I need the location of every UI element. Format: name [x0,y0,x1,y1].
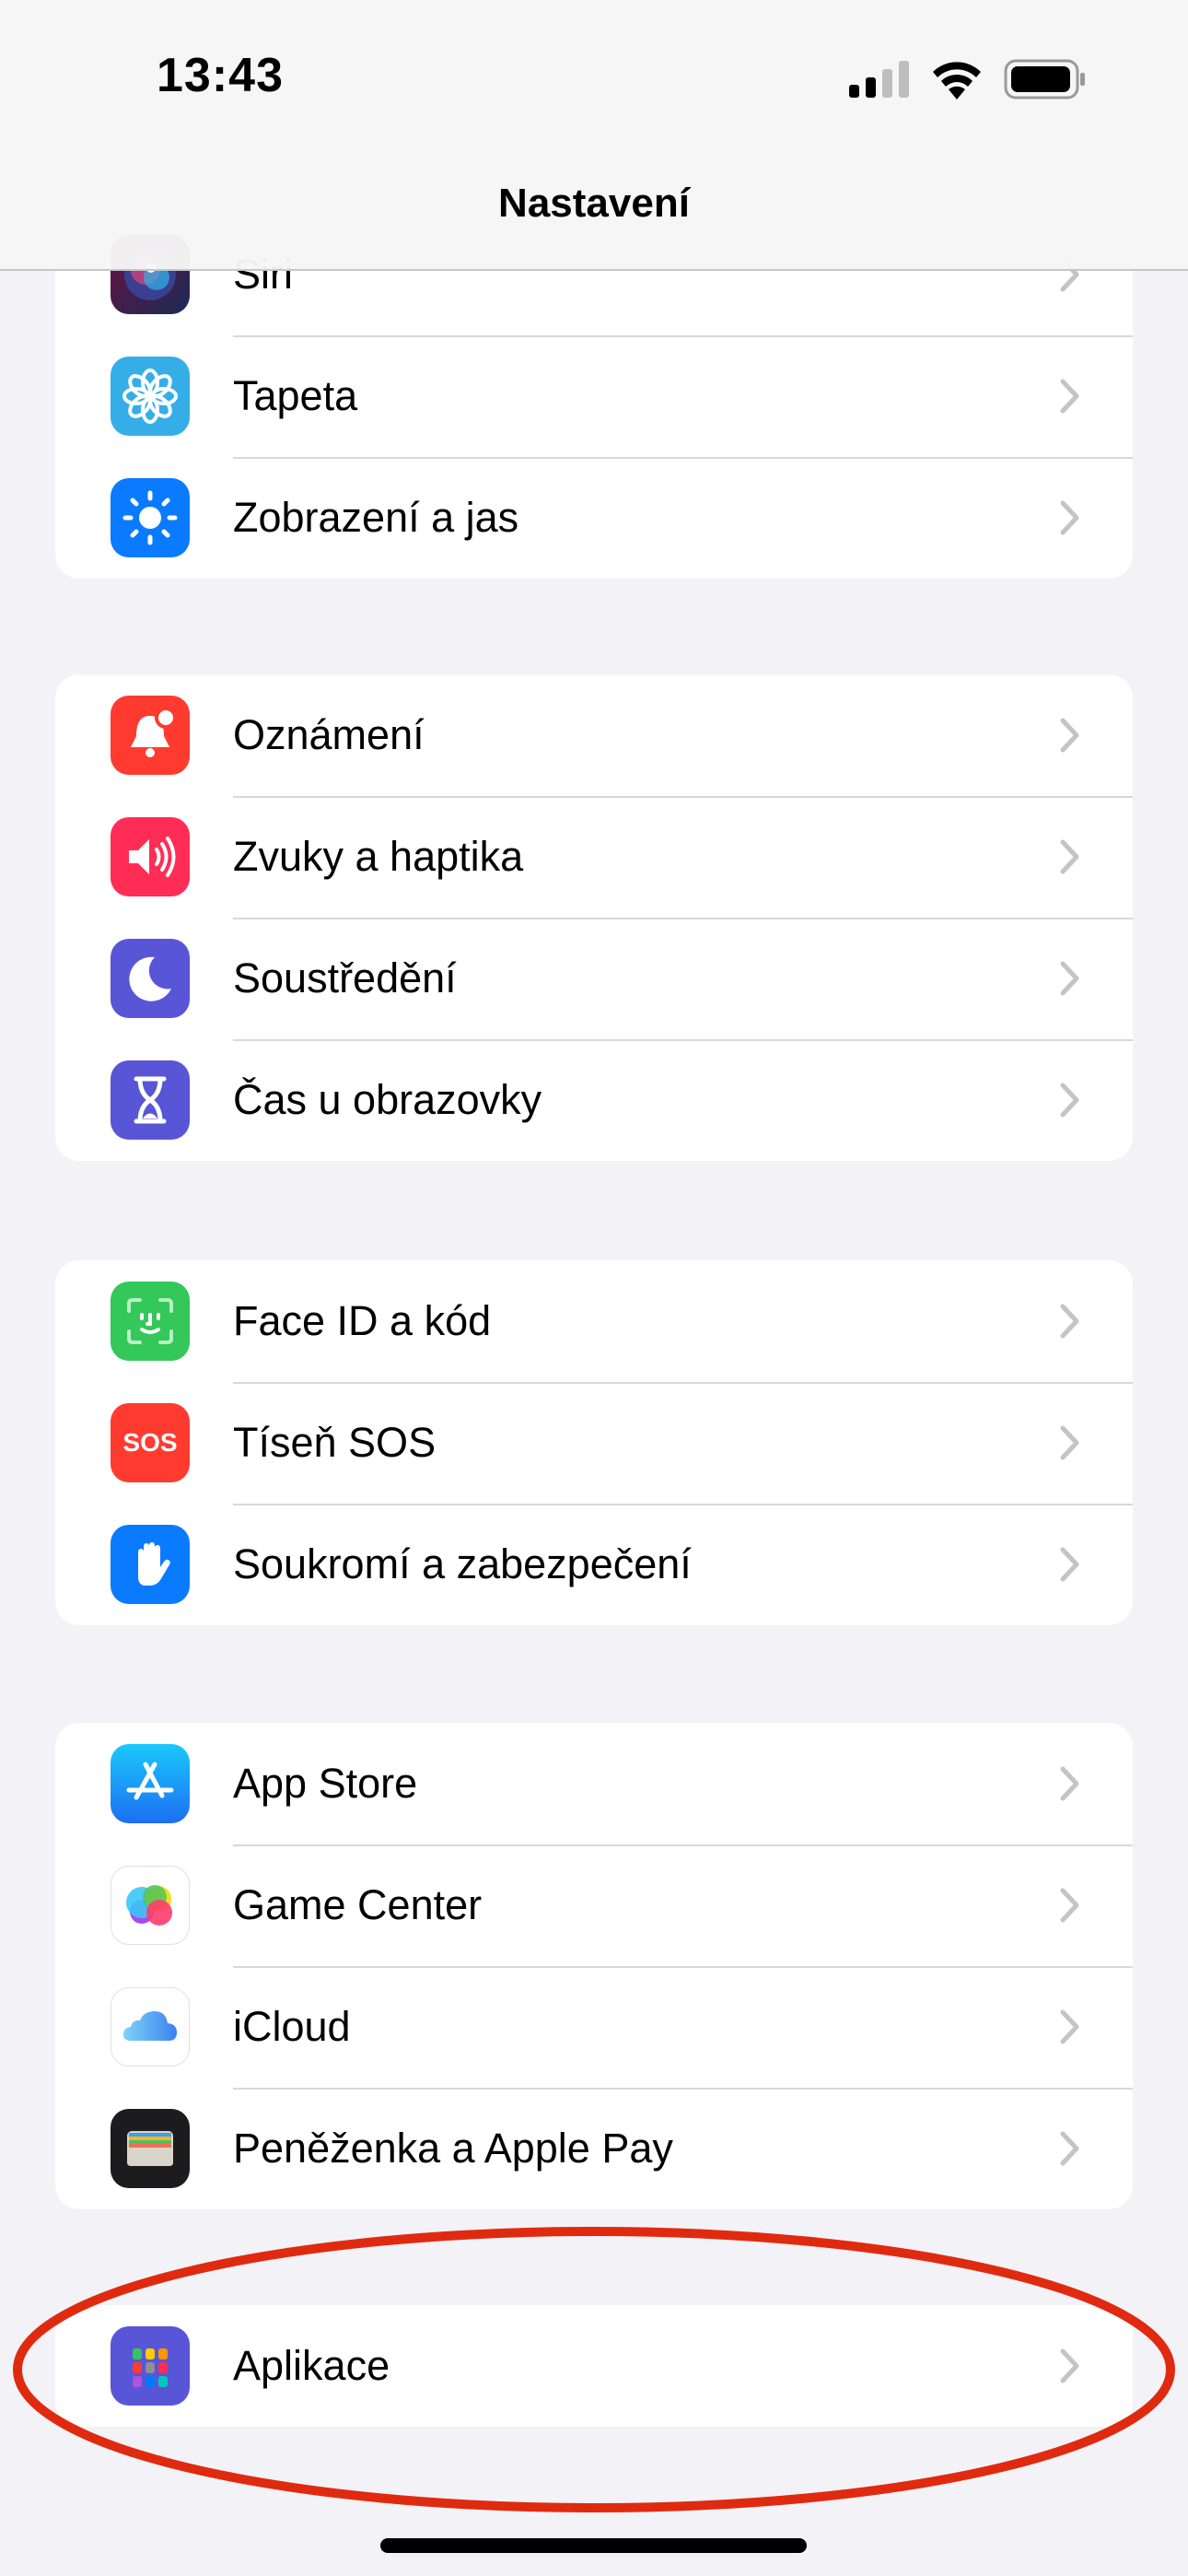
chevron-right-icon [1060,1888,1079,1923]
apps-grid-icon [111,2326,190,2406]
settings-group-notifications: Oznámení Zvuky a haptika Soustředění Čas… [55,674,1133,1161]
row-label: Oznámení [233,711,425,758]
settings-row-emergency-sos[interactable]: SOS Tíseň SOS [55,1382,1133,1504]
row-label: Peněženka a Apple Pay [233,2125,673,2172]
chevron-right-icon [1060,379,1079,414]
game-center-icon [111,1866,190,1945]
row-label: Aplikace [233,2342,390,2389]
chevron-right-icon [1060,839,1079,874]
row-label: Čas u obrazovky [233,1076,542,1123]
cellular-signal-icon [849,61,909,98]
chevron-right-icon [1060,1547,1079,1582]
settings-row-screen-time[interactable]: Čas u obrazovky [55,1039,1133,1161]
chevron-right-icon [1060,961,1079,996]
settings-group-security: Face ID a kód SOS Tíseň SOS Soukromí a z… [55,1260,1133,1625]
row-label: Zobrazení a jas [233,494,519,541]
row-label: Face ID a kód [233,1297,492,1344]
row-label: App Store [233,1760,418,1807]
settings-row-game-center[interactable]: Game Center [55,1844,1133,1966]
moon-icon [111,939,190,1018]
settings-group-apps: Aplikace [55,2305,1133,2427]
face-id-icon [111,1282,190,1361]
row-label: Soukromí a zabezpečení [233,1540,692,1587]
chevron-right-icon [1060,2348,1079,2383]
settings-group-services: App Store Game Center iCloud Peněženka a… [55,1723,1133,2209]
home-indicator[interactable] [380,2538,807,2553]
settings-row-notifications[interactable]: Oznámení [55,674,1133,796]
hand-icon [111,1525,190,1604]
sos-icon: SOS [111,1403,190,1482]
navigation-header: 13:43 Nastavení [0,0,1188,271]
wifi-icon [933,62,981,100]
settings-row-face-id[interactable]: Face ID a kód [55,1260,1133,1382]
settings-row-focus[interactable]: Soustředění [55,918,1133,1039]
chevron-right-icon [1060,718,1079,753]
icloud-icon [111,1987,190,2067]
chevron-right-icon [1060,1425,1079,1460]
chevron-right-icon [1060,1304,1079,1339]
hourglass-icon [111,1060,190,1140]
speaker-icon [111,817,190,896]
chevron-right-icon [1060,2009,1079,2044]
sos-icon-text: SOS [122,1428,178,1457]
chevron-right-icon [1060,500,1079,535]
chevron-right-icon [1060,1766,1079,1801]
settings-row-icloud[interactable]: iCloud [55,1966,1133,2088]
row-label: Zvuky a haptika [233,833,524,880]
row-label: Game Center [233,1881,483,1928]
page-title: Nastavení [498,181,690,226]
settings-row-privacy-security[interactable]: Soukromí a zabezpečení [55,1504,1133,1625]
bell-badge-icon [111,696,190,775]
row-label: Tapeta [233,372,358,419]
status-icons [849,59,1087,100]
row-label: Tíseň SOS [233,1419,437,1466]
sun-icon [111,478,190,557]
status-time: 13:43 [157,49,284,102]
wallet-icon [111,2109,190,2188]
settings-row-sounds-haptics[interactable]: Zvuky a haptika [55,796,1133,918]
app-store-icon [111,1744,190,1823]
settings-row-apps[interactable]: Aplikace [55,2305,1133,2427]
settings-row-app-store[interactable]: App Store [55,1723,1133,1844]
settings-row-wallpaper[interactable]: Tapeta [55,335,1133,457]
row-label: iCloud [233,2003,351,2050]
battery-icon [1004,59,1085,100]
chevron-right-icon [1060,2131,1079,2166]
settings-row-wallet[interactable]: Peněženka a Apple Pay [55,2088,1133,2209]
settings-row-display-brightness[interactable]: Zobrazení a jas [55,457,1133,579]
chevron-right-icon [1060,1083,1079,1118]
row-label: Soustředění [233,954,457,1001]
flower-icon [111,357,190,436]
